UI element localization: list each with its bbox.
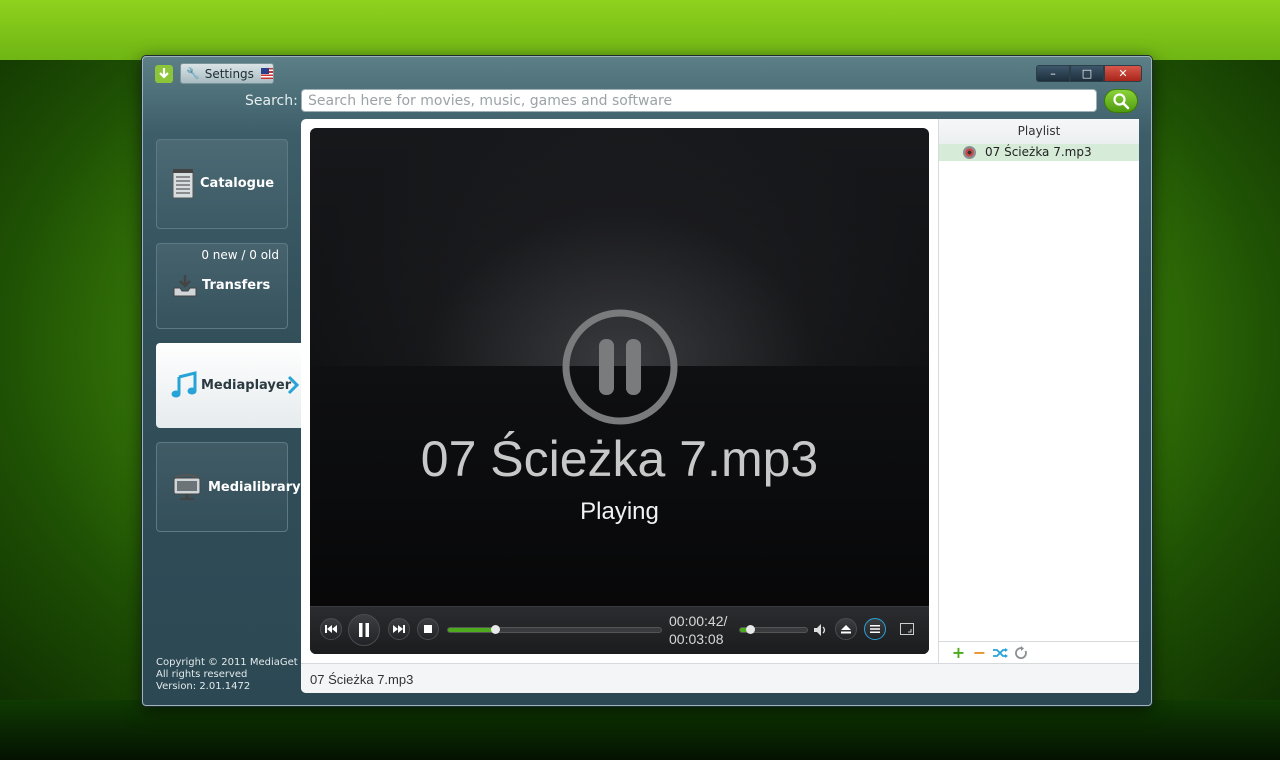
search-label: Search: (245, 93, 298, 109)
desktop-background (0, 0, 1280, 60)
playlist-toolbar: + − (939, 641, 1139, 663)
music-note-icon (171, 371, 197, 398)
playlist-item[interactable]: 07 Ścieżka 7.mp3 (939, 144, 1139, 161)
title-bar: 🔧 Settings – □ ✕ (143, 57, 1151, 87)
list-icon (870, 625, 880, 633)
seek-progress (448, 628, 495, 632)
shuffle-icon[interactable] (993, 647, 1008, 659)
minimize-button[interactable]: – (1036, 65, 1070, 82)
sidebar-item-transfers[interactable]: 0 new / 0 old Transfers (156, 243, 288, 329)
sidebar-item-medialibrary[interactable]: Medialibrary (156, 442, 301, 532)
stop-icon (424, 625, 432, 633)
add-icon[interactable]: + (951, 644, 966, 661)
desktop-background-bottom (0, 700, 1280, 760)
settings-label: Settings (204, 66, 254, 81)
volume-slider[interactable] (739, 625, 808, 634)
notepad-icon (172, 169, 194, 199)
remove-icon[interactable]: − (972, 644, 987, 661)
next-icon (393, 625, 405, 633)
seek-bar[interactable] (447, 625, 662, 634)
stop-button[interactable] (417, 618, 439, 640)
elapsed-time: 00:00:42/ (669, 613, 728, 629)
sidebar-item-mediaplayer[interactable]: Mediaplayer (156, 343, 302, 428)
speaker-icon[interactable] (813, 623, 827, 637)
copyright-info: Copyright © 2011 MediaGet All rights res… (156, 657, 298, 693)
playback-status: Playing (580, 498, 659, 525)
language-flag-icon[interactable] (260, 68, 273, 79)
app-window: 🔧 Settings – □ ✕ Search: Catalogue 0 new… (142, 56, 1152, 706)
monitor-icon (173, 474, 201, 500)
playlist-toggle-button[interactable] (864, 618, 886, 640)
close-button[interactable]: ✕ (1104, 65, 1142, 82)
pause-small-icon (359, 623, 369, 637)
chevron-right-icon (287, 375, 300, 395)
playlist-item-label: 07 Ścieżka 7.mp3 (985, 145, 1092, 159)
copyright-text: Copyright © 2011 MediaGet (156, 657, 298, 668)
player-controls: 00:00:42/ 00:03:08 (310, 606, 929, 654)
rights-text: All rights reserved (156, 669, 248, 680)
sidebar-item-label: Mediaplayer (201, 378, 292, 393)
now-playing-title: 07 Ścieżka 7.mp3 (420, 431, 819, 487)
previous-button[interactable] (320, 618, 342, 640)
repeat-icon[interactable] (1014, 645, 1028, 660)
maximize-button[interactable]: □ (1070, 65, 1104, 82)
version-text: Version: 2.01.1472 (156, 681, 251, 692)
playlist-header: Playlist (939, 119, 1139, 144)
eject-button[interactable] (835, 618, 857, 640)
search-input[interactable] (301, 89, 1097, 112)
sidebar-item-label: Medialibrary (208, 480, 301, 495)
next-button[interactable] (388, 618, 410, 640)
play-pause-button[interactable] (348, 614, 380, 646)
sidebar-item-catalogue[interactable]: Catalogue (156, 139, 288, 229)
previous-icon (325, 625, 337, 633)
eject-icon (841, 625, 851, 634)
wrench-icon: 🔧 (186, 67, 200, 80)
settings-button[interactable]: 🔧 Settings (180, 63, 274, 84)
sidebar-item-label: Transfers (202, 278, 271, 293)
media-player-screen[interactable]: 07 Ścieżka 7.mp3 Playing 00:00:42/ 00:03… (310, 128, 929, 654)
main-panel: 07 Ścieżka 7.mp3 Playing 00:00:42/ 00:03… (301, 119, 1139, 693)
cd-icon (963, 146, 976, 159)
download-tray-icon (173, 275, 197, 297)
sidebar-item-label: Catalogue (200, 176, 275, 191)
search-button[interactable] (1104, 89, 1138, 113)
pause-icon[interactable] (561, 308, 679, 426)
playlist-panel: Playlist 07 Ścieżka 7.mp3 + − (938, 119, 1139, 663)
volume-handle[interactable] (746, 625, 756, 634)
total-duration: 00:03:08 (669, 631, 724, 647)
status-bar: 07 Ścieżka 7.mp3 (301, 663, 1139, 693)
app-logo-icon[interactable] (155, 65, 173, 83)
seek-handle[interactable] (490, 625, 500, 634)
transfers-count-badge: 0 new / 0 old (201, 248, 279, 262)
fullscreen-icon[interactable] (900, 623, 914, 635)
search-icon (1113, 93, 1130, 110)
